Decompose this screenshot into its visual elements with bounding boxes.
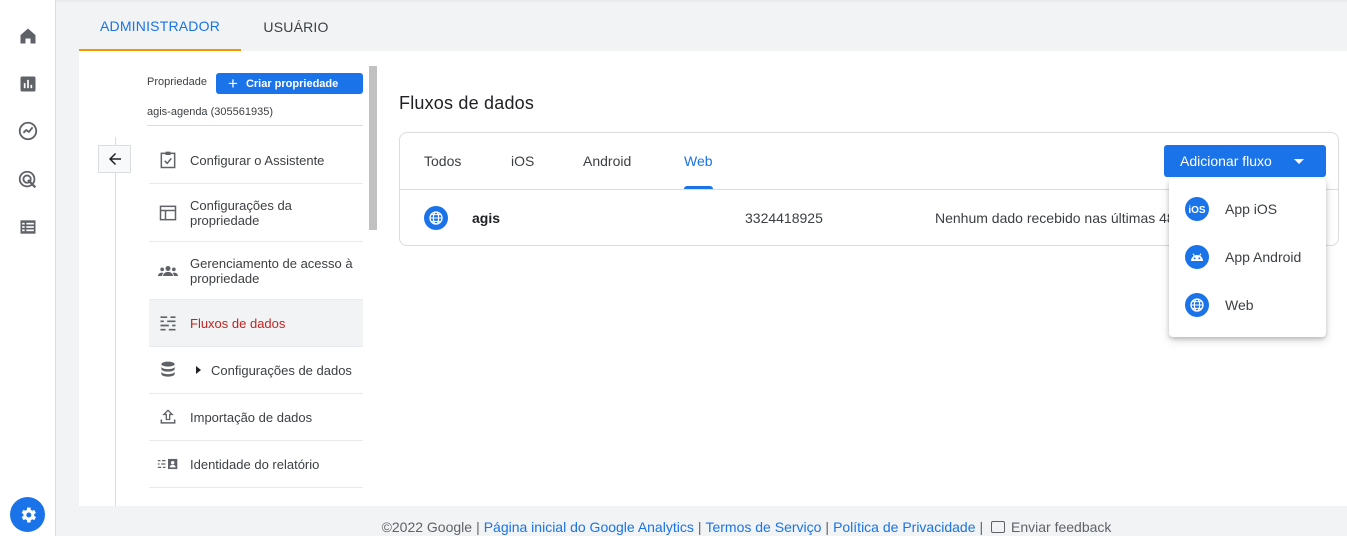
sidebar-item-label: Identidade do relatório bbox=[190, 456, 320, 472]
stream-id: 3324418925 bbox=[745, 210, 823, 226]
admin-tab-bar: ADMINISTRADOR USUÁRIO bbox=[79, 2, 1347, 51]
stream-name: agis bbox=[472, 210, 501, 226]
clipboard-check-icon bbox=[157, 149, 179, 171]
footer-link-terms[interactable]: Termos de Serviço bbox=[705, 519, 821, 535]
advertising-icon[interactable] bbox=[16, 168, 40, 192]
identity-icon bbox=[157, 453, 179, 475]
home-icon[interactable] bbox=[16, 24, 40, 48]
list-icon[interactable] bbox=[16, 215, 40, 239]
feedback-label: Enviar feedback bbox=[1011, 519, 1112, 535]
menu-item-label: App Android bbox=[1225, 249, 1302, 265]
column-line bbox=[115, 137, 116, 506]
property-selector[interactable]: agis-agenda (305561935) bbox=[147, 106, 273, 118]
menu-item-app-android[interactable]: App Android bbox=[1169, 233, 1326, 281]
sidebar-item-data-streams[interactable]: Fluxos de dados bbox=[149, 300, 363, 347]
create-property-button[interactable]: + Criar propriedade bbox=[216, 73, 363, 94]
plus-icon: + bbox=[228, 74, 238, 93]
tab-web[interactable]: Web bbox=[684, 133, 713, 189]
nav-rail bbox=[0, 0, 56, 536]
explore-icon[interactable] bbox=[16, 119, 40, 143]
property-settings-menu: Configurar o Assistente Configurações da… bbox=[149, 137, 363, 488]
sidebar-item-label: Fluxos de dados bbox=[190, 315, 286, 331]
people-icon bbox=[157, 260, 179, 282]
sidebar-item-data-settings[interactable]: Configurações de dados bbox=[149, 347, 363, 394]
sidebar-item-label: Configurações da propriedade bbox=[190, 197, 292, 228]
sidebar-item-data-import[interactable]: Importação de dados bbox=[149, 394, 363, 441]
layout-icon bbox=[157, 202, 179, 224]
tab-administrador[interactable]: ADMINISTRADOR bbox=[79, 2, 241, 51]
tab-ios[interactable]: iOS bbox=[511, 133, 534, 189]
footer-link-analytics-home[interactable]: Página inicial do Google Analytics bbox=[484, 519, 694, 535]
footer-link-privacy[interactable]: Política de Privacidade bbox=[833, 519, 975, 535]
globe-icon bbox=[1185, 293, 1209, 317]
footer: ©2022 Google | Página inicial do Google An… bbox=[56, 519, 1347, 535]
separator: | bbox=[476, 519, 480, 535]
sidebar-item-reporting-identity[interactable]: Identidade do relatório bbox=[149, 441, 363, 488]
arrow-left-icon bbox=[108, 153, 121, 165]
upload-icon bbox=[157, 406, 179, 428]
reports-icon[interactable] bbox=[16, 72, 40, 96]
property-label: Propriedade bbox=[147, 76, 207, 88]
admin-main-panel: Propriedade + Criar propriedade agis-age… bbox=[79, 51, 1347, 506]
add-stream-menu: iOS App iOS App Android Web bbox=[1169, 179, 1326, 337]
svg-text:iOS: iOS bbox=[1188, 205, 1206, 216]
android-icon bbox=[1185, 245, 1209, 269]
sidebar-item-property-settings[interactable]: Configurações da propriedade bbox=[149, 184, 363, 242]
expand-caret-icon bbox=[196, 366, 201, 374]
add-stream-button[interactable]: Adicionar fluxo bbox=[1164, 145, 1326, 177]
menu-item-web[interactable]: Web bbox=[1169, 281, 1326, 329]
add-stream-label: Adicionar fluxo bbox=[1180, 153, 1272, 169]
streams-icon bbox=[157, 312, 179, 334]
divider bbox=[147, 125, 363, 126]
sidebar-item-label: Gerenciamento de acesso à propriedade bbox=[190, 255, 353, 286]
footer-copyright: ©2022 Google bbox=[381, 519, 473, 535]
back-button[interactable] bbox=[98, 145, 131, 173]
separator: | bbox=[979, 519, 984, 535]
separator: | bbox=[825, 519, 830, 535]
menu-item-app-ios[interactable]: iOS App iOS bbox=[1169, 185, 1326, 233]
create-property-label: Criar propriedade bbox=[245, 77, 339, 90]
sidebar-scrollbar[interactable] bbox=[369, 66, 377, 230]
tab-usuario[interactable]: USUÁRIO bbox=[241, 2, 351, 51]
page-title: Fluxos de dados bbox=[399, 93, 535, 113]
sidebar-item-setup-assistant[interactable]: Configurar o Assistente bbox=[149, 137, 363, 184]
sidebar-item-label: Importação de dados bbox=[190, 409, 313, 425]
database-icon bbox=[157, 359, 179, 381]
gear-icon[interactable] bbox=[10, 497, 45, 532]
menu-item-label: App iOS bbox=[1225, 201, 1278, 217]
separator: | bbox=[697, 519, 702, 535]
sidebar-item-access-management[interactable]: Gerenciamento de acesso à propriedade bbox=[149, 242, 363, 300]
chevron-down-icon bbox=[1294, 159, 1304, 164]
feedback-link[interactable]: Enviar feedback bbox=[991, 519, 1111, 535]
menu-item-label: Web bbox=[1225, 297, 1254, 313]
sidebar-item-label: Configurar o Assistente bbox=[190, 152, 325, 168]
ios-icon: iOS bbox=[1185, 197, 1209, 221]
tab-android[interactable]: Android bbox=[583, 133, 631, 189]
tab-todos[interactable]: Todos bbox=[424, 133, 461, 189]
globe-icon bbox=[424, 206, 448, 230]
feedback-icon bbox=[991, 521, 1006, 533]
sidebar-item-label: Configurações de dados bbox=[211, 362, 352, 378]
